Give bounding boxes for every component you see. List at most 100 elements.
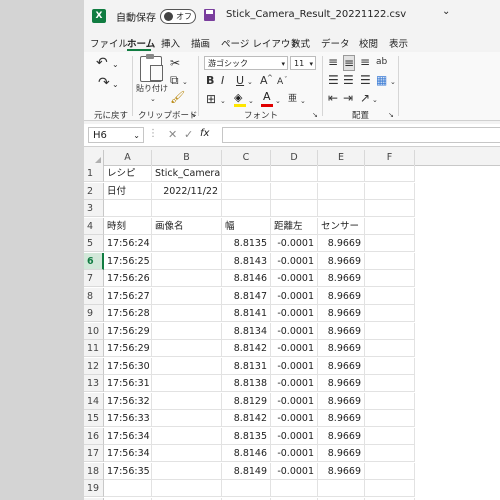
font-launcher-icon[interactable]: ↘: [312, 108, 318, 122]
file-name[interactable]: Stick_Camera_Result_20221122.csv: [226, 9, 406, 20]
tab-2[interactable]: 挿入: [161, 36, 180, 50]
cell-a[interactable]: 日付: [104, 182, 152, 200]
cell-b[interactable]: 2022/11/22: [152, 182, 222, 200]
cell-f[interactable]: [365, 445, 415, 462]
tab-8[interactable]: 表示: [389, 36, 408, 50]
more-options-icon[interactable]: ⋮: [148, 128, 158, 139]
cell-b[interactable]: [152, 427, 222, 445]
cell-d[interactable]: [271, 480, 318, 497]
tab-4[interactable]: ページ レイアウト: [221, 36, 300, 50]
align-bottom-icon[interactable]: ≡: [360, 55, 370, 69]
cell-a[interactable]: 17:56:28: [104, 305, 152, 322]
row-header[interactable]: 3: [84, 200, 104, 217]
cell-c[interactable]: 8.8146: [222, 445, 271, 462]
cell-f[interactable]: [365, 410, 415, 427]
cell-a[interactable]: 17:56:30: [104, 357, 152, 375]
row-header[interactable]: 4: [84, 217, 104, 235]
cell-b[interactable]: [152, 462, 222, 480]
cell-c[interactable]: 8.8147: [222, 287, 271, 305]
insert-function-button[interactable]: fx: [200, 128, 209, 139]
copy-icon[interactable]: ⧉: [170, 73, 179, 87]
cell-b[interactable]: [152, 252, 222, 270]
cell-b[interactable]: [152, 200, 222, 217]
cell-f[interactable]: [365, 182, 415, 200]
cell-b[interactable]: [152, 480, 222, 497]
tab-6[interactable]: データ: [321, 36, 350, 50]
row-header[interactable]: 8: [84, 287, 104, 305]
cell-e[interactable]: [318, 165, 365, 182]
row-header[interactable]: 10: [84, 322, 104, 340]
cell-a[interactable]: 17:56:25: [104, 252, 152, 270]
cell-c[interactable]: 8.8142: [222, 340, 271, 357]
tab-3[interactable]: 描画: [191, 36, 210, 50]
cell-a[interactable]: 17:56:27: [104, 287, 152, 305]
align-right-icon[interactable]: ☰: [360, 73, 371, 87]
decrease-indent-icon[interactable]: ⇤: [328, 91, 338, 105]
copy-dropdown-icon[interactable]: ⌄: [182, 75, 188, 89]
cell-d[interactable]: -0.0001: [271, 392, 318, 410]
phonetic-icon[interactable]: 亜: [288, 92, 297, 106]
cell-a[interactable]: [104, 200, 152, 217]
cell-e[interactable]: 8.9669: [318, 462, 365, 480]
format-painter-icon[interactable]: 🖌: [170, 90, 185, 104]
cell-f[interactable]: [365, 217, 415, 235]
paste-icon[interactable]: [140, 54, 163, 82]
cell-c[interactable]: 8.8138: [222, 375, 271, 392]
row-header[interactable]: 6: [84, 252, 104, 270]
cell-e[interactable]: [318, 200, 365, 217]
cell-b[interactable]: [152, 322, 222, 340]
row-header[interactable]: 11: [84, 340, 104, 357]
alignment-launcher-icon[interactable]: ↘: [388, 108, 394, 122]
tab-0[interactable]: ファイル: [90, 36, 128, 50]
cancel-icon[interactable]: ✕: [168, 128, 177, 141]
font-size-select[interactable]: 11 ▾: [290, 56, 316, 70]
cell-d[interactable]: -0.0001: [271, 462, 318, 480]
cell-e[interactable]: [318, 480, 365, 497]
cell-a[interactable]: 17:56:26: [104, 270, 152, 287]
cell-a[interactable]: 17:56:31: [104, 375, 152, 392]
row-header[interactable]: 15: [84, 410, 104, 427]
row-header[interactable]: 17: [84, 445, 104, 462]
cell-c[interactable]: 8.8129: [222, 392, 271, 410]
cell-f[interactable]: [365, 235, 415, 252]
cell-a[interactable]: 17:56:34: [104, 445, 152, 462]
cell-d[interactable]: -0.0001: [271, 410, 318, 427]
cell-d[interactable]: [271, 165, 318, 182]
cell-f[interactable]: [365, 322, 415, 340]
tab-7[interactable]: 校閲: [359, 36, 378, 50]
cell-e[interactable]: 8.9669: [318, 270, 365, 287]
cell-a[interactable]: レシピ: [104, 165, 152, 182]
cell-a[interactable]: 17:56:29: [104, 340, 152, 357]
align-top-icon[interactable]: ≡: [328, 55, 338, 69]
cell-e[interactable]: 8.9669: [318, 445, 365, 462]
column-header-e[interactable]: E: [318, 150, 365, 165]
cell-b[interactable]: [152, 392, 222, 410]
cell-c[interactable]: 8.8134: [222, 322, 271, 340]
bold-button[interactable]: B: [206, 74, 214, 88]
cell-a[interactable]: 時刻: [104, 217, 152, 235]
cell-f[interactable]: [365, 270, 415, 287]
shrink-font-button[interactable]: A: [277, 75, 283, 89]
row-header[interactable]: 16: [84, 427, 104, 445]
cell-e[interactable]: 8.9669: [318, 392, 365, 410]
row-header[interactable]: 13: [84, 375, 104, 392]
cell-d[interactable]: 距離左: [271, 217, 318, 235]
cell-f[interactable]: [365, 427, 415, 445]
redo-icon[interactable]: ↷: [98, 76, 110, 90]
column-header-d[interactable]: D: [271, 150, 318, 165]
merge-dropdown-icon[interactable]: ⌄: [390, 75, 396, 89]
cell-d[interactable]: -0.0001: [271, 252, 318, 270]
tab-1[interactable]: ホーム: [127, 36, 155, 50]
filename-chevron-icon[interactable]: ⌄: [442, 6, 450, 17]
undo-dropdown-icon[interactable]: ⌄: [112, 58, 119, 72]
cell-e[interactable]: 8.9669: [318, 322, 365, 340]
cell-c[interactable]: 8.8142: [222, 410, 271, 427]
borders-icon[interactable]: ⊞: [206, 92, 216, 106]
fill-color-dropdown-icon[interactable]: ⌄: [248, 94, 254, 108]
cell-c[interactable]: [222, 165, 271, 182]
orientation-icon[interactable]: ↗: [360, 91, 370, 105]
cell-c[interactable]: [222, 200, 271, 217]
cell-b[interactable]: [152, 235, 222, 252]
cell-a[interactable]: 17:56:24: [104, 235, 152, 252]
cell-f[interactable]: [365, 305, 415, 322]
